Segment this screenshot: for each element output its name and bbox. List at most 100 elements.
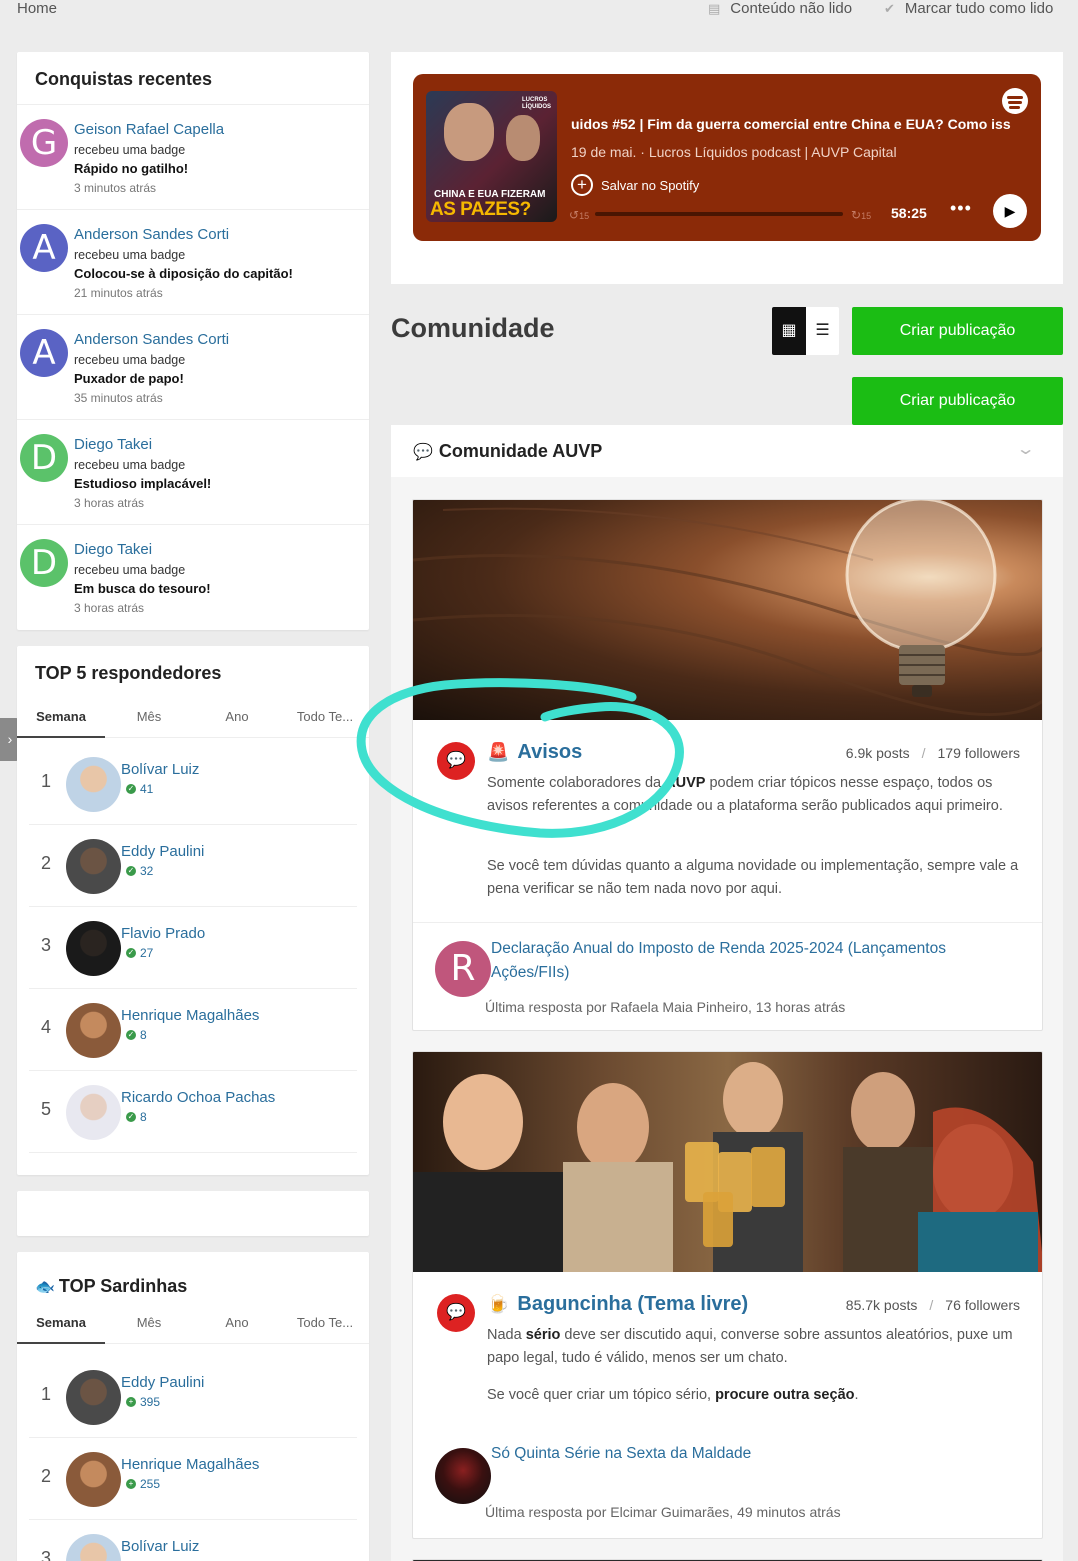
chevron-right-icon: ›	[7, 731, 13, 747]
reputation-score: ✓ 8	[126, 1028, 147, 1042]
achievement-item: D Diego Takei recebeu uma badge Estudioso i…	[17, 420, 369, 525]
user-name-link[interactable]: Eddy Paulini	[121, 843, 204, 860]
skip-back-15-button[interactable]: ↺15	[569, 208, 589, 222]
followers-count: 179 followers	[937, 745, 1021, 761]
avatar[interactable]: R	[435, 941, 491, 997]
desc-text: Se você quer criar um tópico sério,	[487, 1387, 716, 1403]
reputation-score: ✓ 32	[126, 864, 153, 878]
forum-description-2: Se você tem dúvidas quanto a alguma novi…	[487, 858, 1019, 897]
avatar[interactable]	[66, 1085, 121, 1140]
mark-all-read-label: Marcar tudo como lido	[904, 0, 1054, 17]
avatar[interactable]	[66, 1534, 121, 1561]
avatar[interactable]	[66, 757, 121, 812]
tab-week[interactable]: Semana	[17, 1304, 105, 1344]
stats-separator: /	[921, 745, 926, 761]
user-name-link[interactable]: Bolívar Luiz	[121, 761, 199, 778]
forum-description-2: Se você quer criar um tópico sério, proc…	[487, 1384, 1027, 1407]
more-options-icon[interactable]: •••	[950, 198, 972, 219]
score-value: 27	[140, 946, 154, 960]
save-on-spotify-button[interactable]: + Salvar no Spotify	[571, 174, 699, 196]
avatar[interactable]: A	[20, 224, 68, 272]
ranking-row: 3 Bolívar Luiz	[29, 1520, 357, 1561]
avatar[interactable]	[66, 1003, 121, 1058]
reputation-score: ✓ 8	[126, 1110, 147, 1124]
avatar[interactable]	[66, 1370, 121, 1425]
badge-name: Rápido no gatilho!	[74, 161, 189, 176]
top-responders-panel: TOP 5 respondedores Semana Mês Ano Todo Te.…	[17, 646, 369, 1175]
play-button[interactable]: ▶	[993, 194, 1027, 228]
desc-text: Nada	[487, 1327, 526, 1343]
tab-week[interactable]: Semana	[17, 698, 105, 738]
speech-bubble-icon: 💬	[413, 443, 433, 461]
panel-title: TOP 5 respondedores	[35, 663, 222, 683]
reputation-score: ✓ 41	[126, 782, 153, 796]
achievement-item: G Geison Rafael Capella recebeu uma badge R…	[17, 105, 369, 210]
forum-title-link[interactable]: 🍺 Baguncinha (Tema livre)	[487, 1293, 748, 1316]
badge-name: Estudioso implacável!	[74, 476, 212, 491]
reputation-score: +255	[126, 1477, 160, 1491]
reputation-score: +395	[126, 1395, 160, 1409]
tab-year[interactable]: Ano	[193, 1304, 281, 1344]
rank-number: 1	[41, 1384, 52, 1404]
breadcrumb-home[interactable]: Home	[17, 0, 57, 17]
rewind-icon: ↺	[569, 208, 580, 222]
unread-content-link[interactable]: ▤ Conteúdo não lido	[708, 0, 852, 17]
create-post-button[interactable]: Criar publicação	[852, 307, 1063, 355]
posts-count: 6.9k posts	[845, 745, 910, 761]
avatar[interactable]	[66, 839, 121, 894]
avatar[interactable]	[66, 1452, 121, 1507]
mark-all-read-link[interactable]: ✔ Marcar tudo como lido	[884, 0, 1053, 17]
tab-year[interactable]: Ano	[193, 698, 281, 738]
plus-circle-icon: +	[571, 174, 593, 196]
user-name-link[interactable]: Geison Rafael Capella	[74, 121, 224, 138]
reputation-icon: ✓	[126, 784, 136, 794]
grid-view-toggle[interactable]: ▦	[772, 307, 806, 355]
timestamp: 3 horas atrás	[74, 601, 145, 615]
avatar[interactable]: G	[20, 119, 68, 167]
last-topic-title[interactable]: Declaração Anual do Imposto de Renda 202…	[491, 937, 1011, 985]
avatar[interactable]	[435, 1448, 491, 1504]
forum-card-baguncinha: 💬 🍺 Baguncinha (Tema livre) 85.7k posts …	[412, 1051, 1043, 1539]
user-name-link[interactable]: Eddy Paulini	[121, 1374, 204, 1391]
reputation-score: ✓ 27	[126, 946, 153, 960]
spotify-player[interactable]: LUCROS LÍQUIDOS CHINA E EUA FIZERAM AS P…	[413, 74, 1041, 241]
tab-month[interactable]: Mês	[105, 1304, 193, 1344]
user-name-link[interactable]: Henrique Magalhães	[121, 1007, 259, 1024]
user-name-link[interactable]: Diego Takei	[74, 541, 152, 558]
toast-illustration	[413, 1062, 1042, 1272]
grid-icon: ▦	[781, 322, 797, 339]
avatar[interactable]: A	[20, 329, 68, 377]
stats-separator: /	[929, 1297, 934, 1313]
ranking-row: 1 Bolívar Luiz ✓ 41	[29, 743, 357, 825]
tab-month[interactable]: Mês	[105, 698, 193, 738]
spotify-logo-icon[interactable]	[1002, 88, 1028, 114]
user-name-link[interactable]: Flavio Prado	[121, 925, 205, 942]
skip-forward-15-button[interactable]: ↻15	[851, 208, 871, 222]
forum-stats: 6.9k posts / 179 followers	[846, 745, 1020, 761]
user-name-link[interactable]: Anderson Sandes Corti	[74, 331, 229, 348]
cover-face	[506, 115, 540, 161]
avatar[interactable]	[66, 921, 121, 976]
tab-all-time[interactable]: Todo Te...	[281, 1304, 369, 1344]
last-reply-meta: Última resposta por Elcimar Guimarães, 4…	[485, 1504, 841, 1520]
user-name-link[interactable]: Bolívar Luiz	[121, 1538, 199, 1555]
avatar[interactable]: D	[20, 434, 68, 482]
progress-bar[interactable]	[595, 212, 843, 216]
user-name-link[interactable]: Diego Takei	[74, 436, 152, 453]
user-name-link[interactable]: Henrique Magalhães	[121, 1456, 259, 1473]
skip-forward-label: 15	[861, 211, 872, 221]
episode-title[interactable]: uidos #52 | Fim da guerra comercial entr…	[571, 116, 1026, 132]
chevron-down-icon[interactable]: ⌄	[1016, 439, 1036, 459]
category-header[interactable]: 💬 Comunidade AUVP ⌄	[391, 425, 1063, 477]
last-topic-title[interactable]: Só Quinta Série na Sexta da Maldade	[491, 1442, 1011, 1466]
desc-bold: sério	[525, 1327, 561, 1343]
avatar[interactable]: D	[20, 539, 68, 587]
category-title-row: 💬 Comunidade AUVP	[413, 441, 602, 462]
list-view-toggle[interactable]: ☰	[806, 307, 839, 355]
create-post-button-secondary[interactable]: Criar publicação	[852, 377, 1063, 425]
last-topic: R Declaração Anual do Imposto de Renda 2…	[413, 922, 1042, 1030]
forum-chat-icon[interactable]: 💬	[437, 1294, 475, 1332]
user-name-link[interactable]: Ricardo Ochoa Pachas	[121, 1089, 275, 1106]
panel-title: Conquistas recentes	[35, 69, 213, 89]
user-name-link[interactable]: Anderson Sandes Corti	[74, 226, 229, 243]
